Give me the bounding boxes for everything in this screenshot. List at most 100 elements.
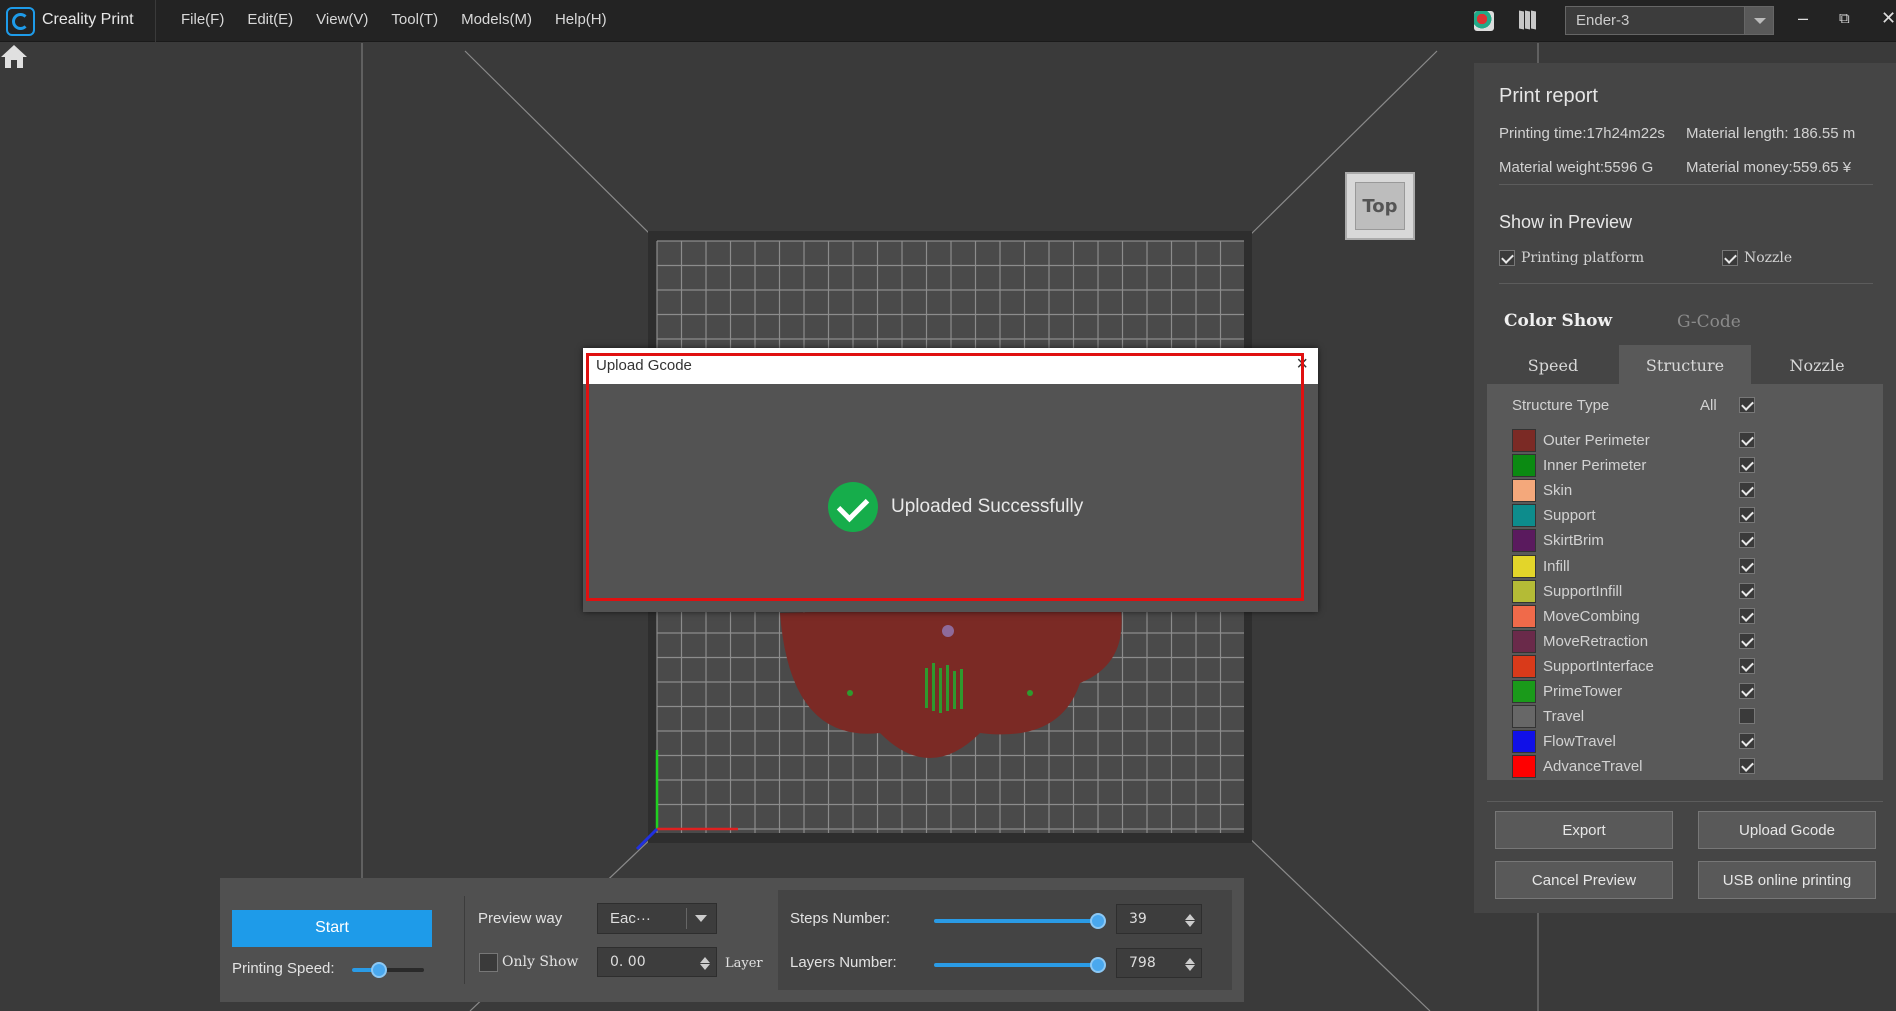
- layers-input[interactable]: 798: [1116, 948, 1202, 978]
- structure-checkbox[interactable]: [1739, 532, 1755, 549]
- material-length: Material length: 186.55 m: [1686, 125, 1856, 142]
- menu-help[interactable]: Help(H): [555, 11, 607, 28]
- printing-speed-handle[interactable]: [371, 962, 387, 978]
- divider: [1487, 801, 1883, 802]
- structure-label: Inner Perimeter: [1543, 457, 1647, 475]
- printer-select-value: Ender-3: [1576, 12, 1630, 29]
- tab-nozzle[interactable]: Nozzle: [1751, 345, 1883, 384]
- close-window-button[interactable]: ✕: [1881, 8, 1896, 29]
- layers-number-label: Layers Number:: [790, 954, 897, 971]
- structure-color-swatch: [1512, 579, 1536, 603]
- menu-file[interactable]: File(F): [181, 11, 224, 28]
- show-in-preview-title: Show in Preview: [1499, 212, 1633, 232]
- model-library-icon[interactable]: [1474, 11, 1494, 31]
- menu-edit[interactable]: Edit(E): [247, 11, 293, 28]
- structure-color-swatch: [1512, 429, 1536, 452]
- color-show-tab[interactable]: Color Show: [1504, 311, 1612, 331]
- menu-models[interactable]: Models(M): [461, 11, 532, 28]
- steps-panel: Steps Number: 39 Layers Number: 798: [778, 890, 1232, 990]
- preview-way-value: Eac···: [610, 910, 651, 927]
- structure-checkbox[interactable]: [1739, 607, 1755, 624]
- structure-label: MoveCombing: [1543, 607, 1640, 625]
- nozzle-checkbox[interactable]: [1722, 250, 1738, 266]
- material-weight: Material weight:5596 G: [1499, 159, 1654, 176]
- structure-checkbox[interactable]: [1739, 557, 1755, 574]
- success-message: Uploaded Successfully: [891, 496, 1084, 517]
- steps-slider-handle[interactable]: [1090, 913, 1106, 929]
- restore-button[interactable]: ⧉: [1839, 10, 1850, 27]
- all-checkbox[interactable]: [1739, 397, 1755, 413]
- printing-platform-checkbox[interactable]: [1499, 250, 1515, 266]
- view-cube[interactable]: Top: [1345, 172, 1415, 240]
- structure-checkbox[interactable]: [1739, 507, 1755, 524]
- upload-gcode-button[interactable]: Upload Gcode: [1698, 811, 1876, 849]
- app-title: Creality Print: [42, 11, 134, 28]
- structure-checkbox[interactable]: [1739, 733, 1755, 750]
- layer-spinner-icon[interactable]: [698, 950, 712, 974]
- menu-view[interactable]: View(V): [316, 11, 368, 28]
- usb-online-printing-button[interactable]: USB online printing: [1698, 861, 1876, 899]
- preview-toolbar: Start Printing Speed: Preview way Eac···…: [220, 878, 1244, 1002]
- steps-slider[interactable]: [934, 919, 1102, 923]
- nozzle-label: Nozzle: [1744, 250, 1793, 266]
- minimize-button[interactable]: –: [1798, 8, 1808, 29]
- layer-input[interactable]: 0. 00: [597, 947, 717, 977]
- structure-color-swatch: [1512, 730, 1536, 754]
- steps-spinner-icon[interactable]: [1183, 907, 1197, 931]
- structure-checkbox[interactable]: [1739, 482, 1755, 499]
- color-mode-tabs: Speed Structure Nozzle: [1487, 345, 1883, 384]
- close-icon[interactable]: ×: [1296, 353, 1308, 376]
- layers-spinner-icon[interactable]: [1183, 951, 1197, 975]
- toolbar-separator: [464, 896, 465, 984]
- start-button[interactable]: Start: [232, 910, 432, 947]
- structure-checkbox[interactable]: [1739, 758, 1755, 775]
- menu-tool[interactable]: Tool(T): [391, 11, 438, 28]
- tab-structure[interactable]: Structure: [1619, 345, 1751, 384]
- structure-label: PrimeTower: [1543, 683, 1623, 700]
- only-show-checkbox[interactable]: [479, 953, 498, 972]
- steps-input-value: 39: [1129, 911, 1147, 927]
- structure-checkbox[interactable]: [1739, 457, 1755, 474]
- view-cube-top-face[interactable]: Top: [1355, 182, 1405, 230]
- structure-label: Support: [1543, 507, 1596, 525]
- structure-checkbox[interactable]: [1739, 683, 1755, 699]
- printer-select[interactable]: Ender-3: [1565, 6, 1774, 35]
- printing-platform-label: Printing platform: [1521, 250, 1645, 266]
- structure-color-swatch: [1512, 705, 1536, 729]
- layer-input-value: 0. 00: [610, 954, 646, 970]
- home-icon[interactable]: [0, 43, 28, 69]
- layers-slider[interactable]: [934, 963, 1102, 967]
- layers-input-value: 798: [1129, 955, 1156, 971]
- structure-color-swatch: [1512, 654, 1536, 678]
- chevron-down-icon[interactable]: [1744, 7, 1773, 34]
- structure-label: FlowTravel: [1543, 733, 1616, 751]
- gcode-tab[interactable]: G-Code: [1677, 312, 1741, 332]
- title-bar: Creality Print File(F) Edit(E) View(V) T…: [0, 0, 1896, 42]
- all-label: All: [1700, 397, 1717, 414]
- structure-label: Infill: [1543, 557, 1570, 575]
- structure-checkbox[interactable]: [1739, 582, 1755, 599]
- structure-checkbox[interactable]: [1739, 432, 1755, 448]
- structure-color-swatch: [1512, 479, 1536, 503]
- menu-bar: File(F) Edit(E) View(V) Tool(T) Models(M…: [181, 11, 630, 28]
- cancel-preview-button[interactable]: Cancel Preview: [1495, 861, 1673, 899]
- layer-label: Layer: [725, 956, 763, 971]
- structure-label: SkirtBrim: [1543, 532, 1604, 550]
- structure-label: Skin: [1543, 482, 1573, 500]
- tab-speed[interactable]: Speed: [1487, 345, 1619, 384]
- steps-number-label: Steps Number:: [790, 910, 891, 927]
- structure-color-swatch: [1512, 755, 1536, 779]
- structure-color-swatch: [1512, 529, 1536, 553]
- divider: [1499, 184, 1873, 185]
- structure-checkbox[interactable]: [1739, 657, 1755, 674]
- layers-slider-handle[interactable]: [1090, 957, 1106, 973]
- structure-checkbox[interactable]: [1739, 632, 1755, 649]
- steps-input[interactable]: 39: [1116, 904, 1202, 934]
- map-icon[interactable]: [1519, 10, 1539, 31]
- structure-checkbox[interactable]: [1739, 708, 1755, 725]
- export-button[interactable]: Export: [1495, 811, 1673, 849]
- dialog-header: Upload Gcode ×: [583, 348, 1318, 384]
- preview-way-select[interactable]: Eac···: [597, 903, 717, 934]
- structure-type-label: Structure Type: [1512, 397, 1610, 414]
- structure-label: SupportInterface: [1543, 657, 1654, 675]
